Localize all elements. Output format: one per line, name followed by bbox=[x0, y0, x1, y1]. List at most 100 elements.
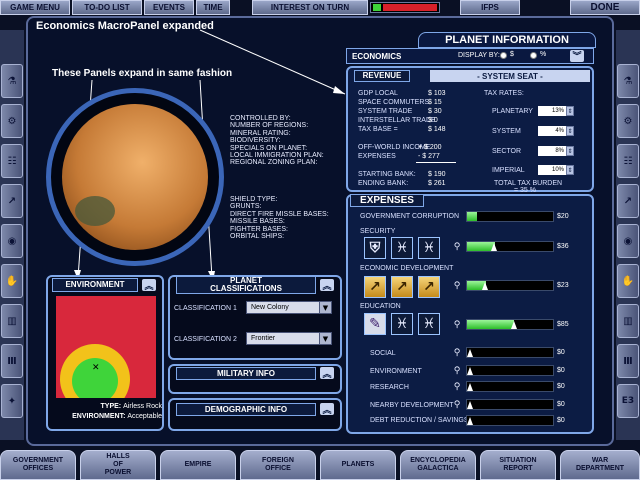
spinner-arrows-icon[interactable]: ⇕ bbox=[566, 126, 574, 136]
total-tax-burden-value: = 35 % bbox=[514, 187, 536, 194]
expand-chevron-icon[interactable]: ︽ bbox=[142, 279, 156, 292]
military-info-title[interactable]: MILITARY INFO bbox=[176, 367, 316, 380]
environment-expense-value: $0 bbox=[557, 367, 565, 374]
expenses-title: EXPENSES bbox=[350, 194, 424, 207]
revenue-title: REVENUE bbox=[354, 70, 410, 82]
ending-bank-label: ENDING BANK: bbox=[358, 180, 409, 187]
security-label: SECURITY bbox=[360, 228, 396, 235]
slider-thumb-icon[interactable] bbox=[491, 243, 498, 251]
planets-button[interactable]: PLANETS bbox=[320, 450, 396, 480]
environment-label: ENVIRONMENT: bbox=[72, 413, 126, 420]
economic-graph-icon[interactable]: ↗ bbox=[418, 276, 440, 298]
education-scroll-icon[interactable]: ✎ bbox=[364, 313, 386, 335]
encyclopedia-galactica-button[interactable]: ENCYCLOPEDIA GALACTICA bbox=[400, 450, 476, 480]
social-value: $0 bbox=[557, 349, 565, 356]
lock-icon[interactable]: ⚲ bbox=[452, 366, 462, 376]
lock-icon[interactable]: ⚲ bbox=[452, 348, 462, 358]
classification-2-select[interactable]: Frontier ▼ bbox=[246, 332, 332, 345]
spinner-arrows-icon[interactable]: ⇕ bbox=[566, 106, 574, 116]
environment-type-row: TYPE: Airless Rock bbox=[52, 403, 162, 410]
chevron-down-icon[interactable]: ▼ bbox=[319, 333, 331, 344]
lock-icon[interactable]: ⚲ bbox=[452, 320, 462, 330]
education-bar[interactable] bbox=[466, 319, 554, 330]
economics-tab[interactable]: ECONOMICS bbox=[352, 50, 422, 62]
government-offices-button[interactable]: GOVERNMENT OFFICES bbox=[0, 450, 76, 480]
social-label: SOCIAL bbox=[370, 350, 396, 357]
system-trade-label: SYSTEM TRADE bbox=[358, 108, 413, 115]
planet-image bbox=[62, 104, 208, 250]
economic-graph-icon[interactable]: ↗ bbox=[391, 276, 413, 298]
government-corruption-fill bbox=[467, 212, 478, 221]
lock-icon[interactable]: ⚲ bbox=[452, 242, 462, 252]
empire-button[interactable]: EMPIRE bbox=[160, 450, 236, 480]
type-label: TYPE: bbox=[100, 403, 122, 410]
expenses-value: - $ 277 bbox=[418, 153, 440, 160]
interstellar-trade-label: INTERSTELLAR TRADE bbox=[358, 117, 436, 124]
demographic-info-title[interactable]: DEMOGRAPHIC INFO bbox=[176, 403, 316, 416]
planetary-tax-label: PLANETARY bbox=[492, 108, 533, 115]
economic-graph-icon[interactable]: ↗ bbox=[364, 276, 386, 298]
spinner-arrows-icon[interactable]: ⇕ bbox=[566, 165, 574, 175]
imperial-tax-field[interactable]: 10% bbox=[538, 165, 566, 175]
starting-bank-value: $ 190 bbox=[428, 171, 446, 178]
government-corruption-value: $20 bbox=[557, 213, 569, 220]
slider-thumb-icon[interactable] bbox=[467, 349, 473, 357]
system-tax-field[interactable]: 4% bbox=[538, 126, 566, 136]
spinner-arrows-icon[interactable]: ⇕ bbox=[566, 146, 574, 156]
nearby-development-label: NEARBY DEVELOPMENT bbox=[370, 402, 454, 409]
ending-bank-value: $ 261 bbox=[428, 180, 446, 187]
education-pisces-icon[interactable]: ♓ bbox=[391, 313, 413, 335]
debt-reduction-bar[interactable] bbox=[466, 415, 554, 426]
system-tax-label: SYSTEM bbox=[492, 128, 521, 135]
classifications-title: PLANET CLASSIFICATIONS bbox=[176, 276, 316, 294]
lock-icon[interactable]: ⚲ bbox=[452, 281, 462, 291]
slider-thumb-icon[interactable] bbox=[467, 401, 473, 409]
education-value: $85 bbox=[557, 321, 569, 328]
starting-bank-label: STARTING BANK: bbox=[358, 171, 416, 178]
security-pisces-icon[interactable]: ♓ bbox=[391, 237, 413, 259]
lock-icon[interactable]: ⚲ bbox=[452, 382, 462, 392]
nearby-development-bar[interactable] bbox=[466, 399, 554, 410]
classification-1-label: CLASSIFICATION 1 bbox=[174, 305, 237, 312]
system-seat-label: - SYSTEM SEAT - bbox=[430, 70, 590, 82]
expand-chevron-icon[interactable]: ︽ bbox=[320, 403, 334, 416]
chevron-down-icon[interactable]: ▼ bbox=[319, 302, 331, 313]
situation-report-button[interactable]: SITUATION REPORT bbox=[480, 450, 556, 480]
government-corruption-label: GOVERNMENT CORRUPTION bbox=[360, 213, 460, 220]
economic-development-bar[interactable] bbox=[466, 280, 554, 291]
slider-thumb-icon[interactable] bbox=[467, 383, 473, 391]
expand-chevron-icon[interactable]: ︽ bbox=[320, 279, 334, 292]
security-shield-icon[interactable]: ⛨ bbox=[364, 237, 386, 259]
planetary-tax-field[interactable]: 13% bbox=[538, 106, 566, 116]
planet-defense-stats: SHIELD TYPE: GRUNTS: DIRECT FIRE MISSLE … bbox=[230, 196, 329, 241]
interstellar-trade-value: $ 0 bbox=[428, 117, 438, 124]
planet-information-title: PLANET INFORMATION bbox=[418, 32, 596, 48]
expand-chevron-icon[interactable]: ︽ bbox=[320, 367, 334, 380]
research-value: $0 bbox=[557, 383, 565, 390]
social-bar[interactable] bbox=[466, 347, 554, 358]
planet-marker-icon: ✕ bbox=[92, 363, 100, 373]
slider-thumb-icon[interactable] bbox=[510, 321, 517, 329]
environment-expense-bar[interactable] bbox=[466, 365, 554, 376]
lock-icon[interactable]: ⚲ bbox=[452, 400, 462, 410]
research-bar[interactable] bbox=[466, 381, 554, 392]
slider-thumb-icon[interactable] bbox=[482, 282, 489, 290]
education-pisces-icon[interactable]: ♓ bbox=[418, 313, 440, 335]
slider-thumb-icon[interactable] bbox=[467, 367, 473, 375]
slider-thumb-icon[interactable] bbox=[467, 417, 473, 425]
security-pisces-icon[interactable]: ♓ bbox=[418, 237, 440, 259]
environment-value-row: ENVIRONMENT: Acceptable bbox=[52, 413, 162, 420]
gdp-label: GDP LOCAL bbox=[358, 90, 398, 97]
security-bar[interactable] bbox=[466, 241, 554, 252]
collapse-chevron-icon[interactable]: ︽ bbox=[570, 50, 584, 62]
environment-value: Acceptable bbox=[127, 413, 162, 420]
classification-1-select[interactable]: New Colony ▼ bbox=[246, 301, 332, 314]
research-label: RESEARCH bbox=[370, 384, 409, 391]
foreign-office-button[interactable]: FOREIGN OFFICE bbox=[240, 450, 316, 480]
war-department-button[interactable]: WAR DEPARTMENT bbox=[560, 450, 640, 480]
system-trade-value: $ 30 bbox=[428, 108, 442, 115]
halls-of-power-button[interactable]: HALLS OF POWER bbox=[80, 450, 156, 480]
sector-tax-field[interactable]: 8% bbox=[538, 146, 566, 156]
display-percent-radio[interactable] bbox=[530, 52, 537, 59]
display-dollar-radio[interactable] bbox=[500, 52, 507, 59]
